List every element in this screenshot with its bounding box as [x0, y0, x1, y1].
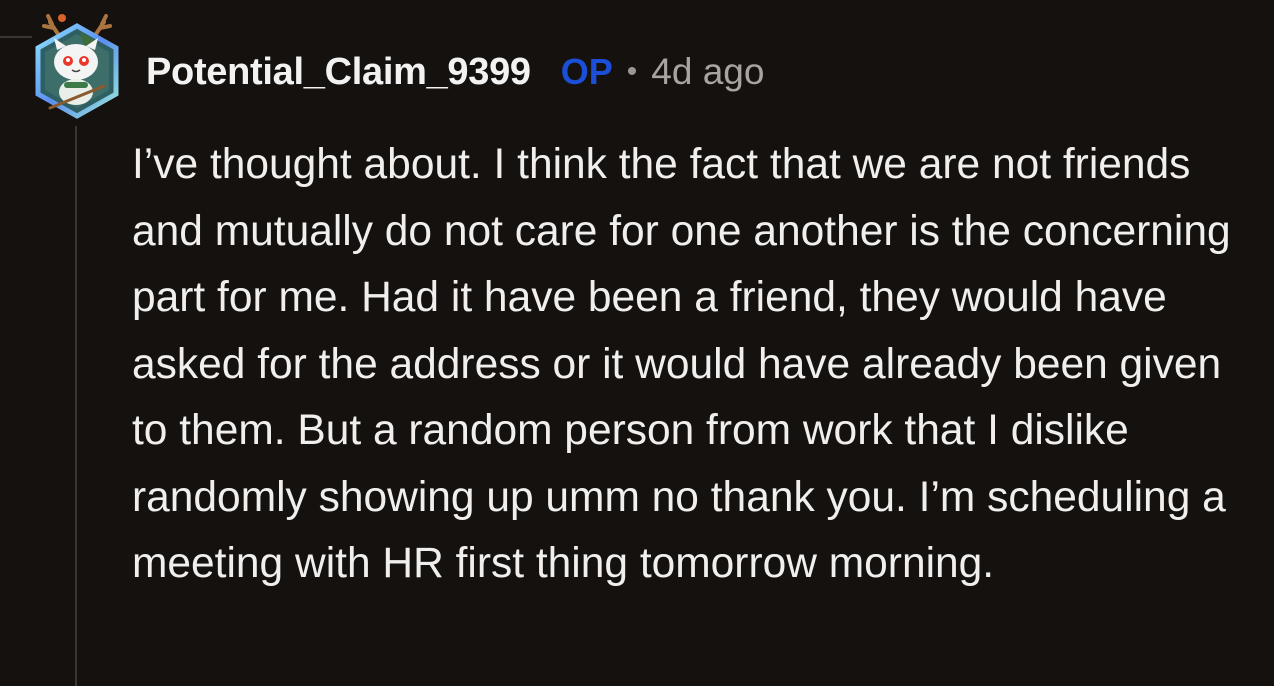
snoo-avatar-icon[interactable] [28, 12, 126, 120]
comment-header: Potential_Claim_9399 OP • 4d ago [146, 48, 764, 96]
comment-body: I’ve thought about. I think the fact tha… [132, 141, 1231, 587]
meta-separator: • [626, 55, 638, 88]
thread-line[interactable] [75, 126, 77, 686]
comment-timestamp[interactable]: 4d ago [651, 51, 764, 93]
op-badge: OP [560, 51, 613, 92]
comment-container: Potential_Claim_9399 OP • 4d ago I’ve th… [0, 0, 1274, 686]
username-link[interactable]: Potential_Claim_9399 [146, 51, 531, 94]
